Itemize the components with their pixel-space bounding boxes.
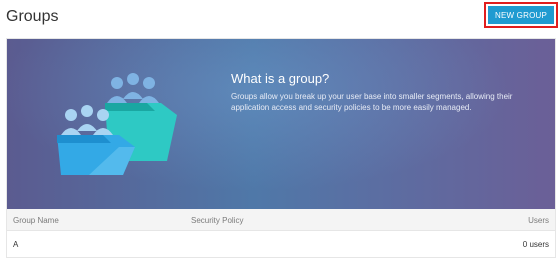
- users-count-cell: 0 users: [522, 240, 549, 249]
- group-name-cell[interactable]: A: [13, 240, 18, 249]
- page-title: Groups: [6, 8, 59, 25]
- column-header-users[interactable]: Users: [528, 216, 549, 225]
- groups-card: What is a group? Groups allow you break …: [6, 38, 556, 258]
- hero-description: Groups allow you break up your user base…: [231, 92, 513, 112]
- new-group-highlight: NEW GROUP: [484, 2, 558, 28]
- hero-heading: What is a group?: [231, 71, 330, 86]
- column-header-security-policy[interactable]: Security Policy: [191, 216, 243, 225]
- groups-page: Groups NEW GROUP What is a group? Groups…: [0, 0, 560, 261]
- page-header: Groups NEW GROUP: [0, 0, 560, 36]
- new-group-button[interactable]: NEW GROUP: [488, 6, 554, 24]
- group-folders-icon: [57, 73, 177, 175]
- column-header-group-name[interactable]: Group Name: [13, 216, 59, 225]
- groups-table-header: Group Name Security Policy Users: [7, 209, 555, 231]
- table-row[interactable]: A 0 users: [7, 232, 555, 256]
- groups-intro-banner: What is a group? Groups allow you break …: [7, 39, 555, 209]
